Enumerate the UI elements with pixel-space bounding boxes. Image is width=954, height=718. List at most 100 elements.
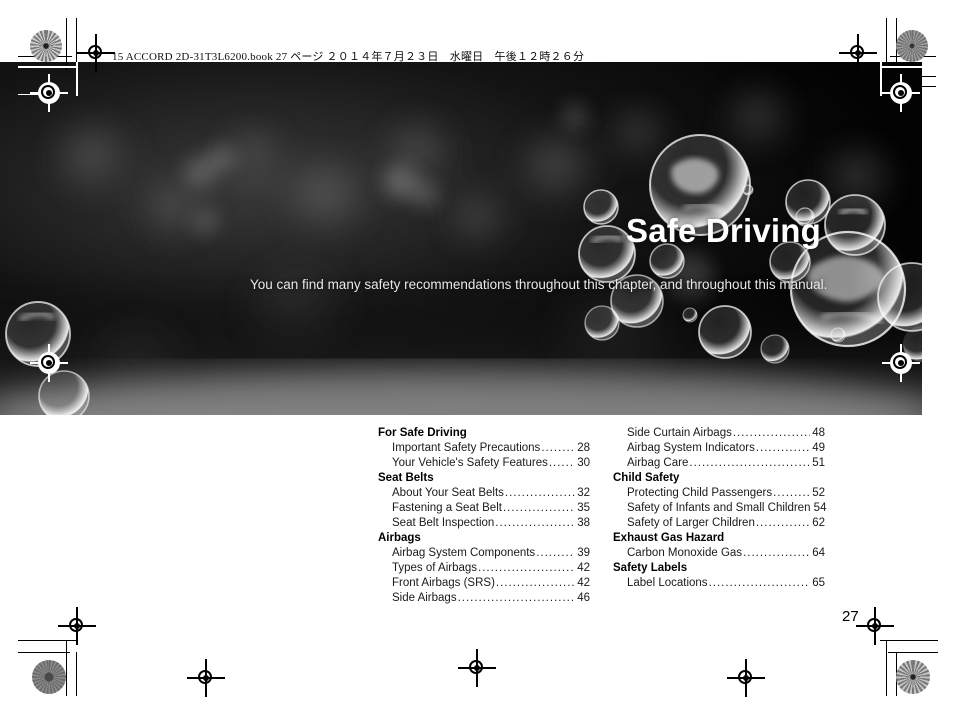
color-calibration-wheel — [896, 660, 930, 694]
registration-target — [727, 659, 765, 697]
toc-entry[interactable]: Airbag System Indicators................… — [613, 441, 825, 456]
hero-image: Safe Driving You can find many safety re… — [0, 62, 922, 415]
crop-mark-line — [900, 76, 936, 77]
toc-leader-dots: ........................................… — [743, 547, 810, 559]
toc-entry[interactable]: Safety of Infants and Small Children....… — [613, 501, 827, 516]
toc-leader-dots: ........................................… — [755, 442, 810, 454]
registration-target — [882, 344, 920, 382]
crop-mark-line — [66, 640, 67, 696]
toc-entry-label: Side Airbags — [392, 592, 457, 604]
toc-entry-label: Front Airbags (SRS) — [392, 577, 495, 589]
toc-group-heading: Exhaust Gas Hazard — [613, 532, 725, 544]
registration-target — [77, 34, 115, 72]
registration-target — [30, 74, 68, 112]
page-title: Safe Driving — [626, 212, 821, 249]
toc-entry-page: 46 — [577, 592, 590, 604]
toc-entry[interactable]: Important Safety Precautions............… — [378, 441, 590, 456]
toc-leader-dots: ........................................… — [773, 487, 810, 499]
toc-leader-dots: ........................................… — [457, 592, 575, 604]
crop-mark-line — [76, 62, 78, 96]
toc-leader-dots: ........................................… — [502, 502, 575, 514]
toc-entry-page: 52 — [812, 487, 825, 499]
toc-group-heading: Airbags — [378, 532, 421, 544]
toc-entry-label: Airbag System Components — [392, 547, 536, 559]
print-header-text: 15 ACCORD 2D-31T3L6200.book 27 ページ ２０１４年… — [112, 51, 585, 63]
crop-mark-line — [18, 652, 70, 653]
toc-group-heading: Child Safety — [613, 472, 680, 484]
toc-entry-label: Safety of Larger Children — [627, 517, 755, 529]
toc-entry-label: Seat Belt Inspection — [392, 517, 495, 529]
color-calibration-wheel — [30, 30, 62, 62]
toc-entry-label: Airbag System Indicators — [627, 442, 755, 454]
toc-entry-page: 28 — [577, 442, 590, 454]
crop-mark-line — [76, 652, 77, 696]
toc-entry[interactable]: Safety of Larger Children...............… — [613, 516, 825, 531]
toc-entry-page: 39 — [577, 547, 590, 559]
toc-leader-dots: ........................................… — [504, 487, 575, 499]
color-calibration-wheel — [32, 660, 66, 694]
toc-entry-label: Your Vehicle's Safety Features — [392, 457, 548, 469]
toc-entry-page: 65 — [812, 577, 825, 589]
toc-group-heading: For Safe Driving — [378, 427, 467, 439]
toc-entry-page: 35 — [577, 502, 590, 514]
toc-entry-label: Protecting Child Passengers — [627, 487, 773, 499]
crop-mark-line — [886, 640, 887, 696]
toc-entry[interactable]: Protecting Child Passengers.............… — [613, 486, 825, 501]
page-subtitle: You can find many safety recommendations… — [250, 277, 828, 292]
toc-entry-page: 42 — [577, 577, 590, 589]
toc-entry-label: Important Safety Precautions — [392, 442, 541, 454]
toc-entry[interactable]: Airbag Care.............................… — [613, 456, 825, 471]
toc-entry[interactable]: About Your Seat Belts...................… — [378, 486, 590, 501]
registration-target — [30, 344, 68, 382]
toc-entry-page: 38 — [577, 517, 590, 529]
toc-entry-page: 54 — [813, 502, 827, 514]
crop-mark-line — [66, 18, 67, 70]
toc-entry-page: 32 — [577, 487, 590, 499]
crop-mark-line — [880, 640, 938, 641]
toc-group-heading: Safety Labels — [613, 562, 688, 574]
toc-entry[interactable]: Types of Airbags........................… — [378, 561, 590, 576]
toc-column-right: Side Curtain Airbags....................… — [613, 426, 827, 591]
toc-entry-page: 51 — [812, 457, 825, 469]
registration-target — [882, 74, 920, 112]
toc-entry-label: Fastening a Seat Belt — [392, 502, 502, 514]
toc-entry[interactable]: Side Curtain Airbags....................… — [613, 426, 825, 441]
toc-leader-dots: ........................................… — [548, 457, 575, 469]
toc-entry-label: Safety of Infants and Small Children — [627, 502, 811, 514]
toc-leader-dots: ........................................… — [478, 562, 575, 574]
toc-entry-label: About Your Seat Belts — [392, 487, 504, 499]
toc-leader-dots: ........................................… — [495, 577, 575, 589]
toc-leader-dots: ........................................… — [689, 457, 810, 469]
toc-entry[interactable]: Airbag System Components................… — [378, 546, 590, 561]
toc-entry[interactable]: Seat Belt Inspection....................… — [378, 516, 590, 531]
toc-entry-label: Airbag Care — [627, 457, 689, 469]
toc-entry-page: 64 — [812, 547, 825, 559]
toc-entry[interactable]: Your Vehicle's Safety Features..........… — [378, 456, 590, 471]
registration-target — [856, 607, 894, 645]
registration-target — [458, 649, 496, 687]
registration-target — [839, 34, 877, 72]
toc-column-left: For Safe Driving Important Safety Precaut… — [378, 426, 590, 606]
toc-entry-label: Side Curtain Airbags — [627, 427, 732, 439]
toc-entry-label: Types of Airbags — [392, 562, 478, 574]
color-calibration-wheel — [896, 30, 928, 62]
toc-entry[interactable]: Side Airbags............................… — [378, 591, 590, 606]
toc-entry[interactable]: Fastening a Seat Belt...................… — [378, 501, 590, 516]
toc-entry-label: Label Locations — [627, 577, 708, 589]
toc-leader-dots: ........................................… — [495, 517, 575, 529]
toc-entry-page: 30 — [577, 457, 590, 469]
crop-mark-line — [886, 18, 887, 70]
crop-mark-line — [18, 640, 78, 641]
toc-entry-page: 42 — [577, 562, 590, 574]
toc-leader-dots: ........................................… — [732, 427, 810, 439]
toc-entry-page: 62 — [812, 517, 825, 529]
toc-entry-page: 48 — [812, 427, 825, 439]
toc-entry[interactable]: Label Locations.........................… — [613, 576, 825, 591]
toc-group-heading: Seat Belts — [378, 472, 434, 484]
page-number: 27 — [842, 608, 859, 625]
toc-leader-dots: ........................................… — [708, 577, 810, 589]
toc-entry[interactable]: Front Airbags (SRS).....................… — [378, 576, 590, 591]
toc-entry[interactable]: Carbon Monoxide Gas.....................… — [613, 546, 825, 561]
registration-target — [58, 607, 96, 645]
toc-entry-page: 49 — [812, 442, 825, 454]
